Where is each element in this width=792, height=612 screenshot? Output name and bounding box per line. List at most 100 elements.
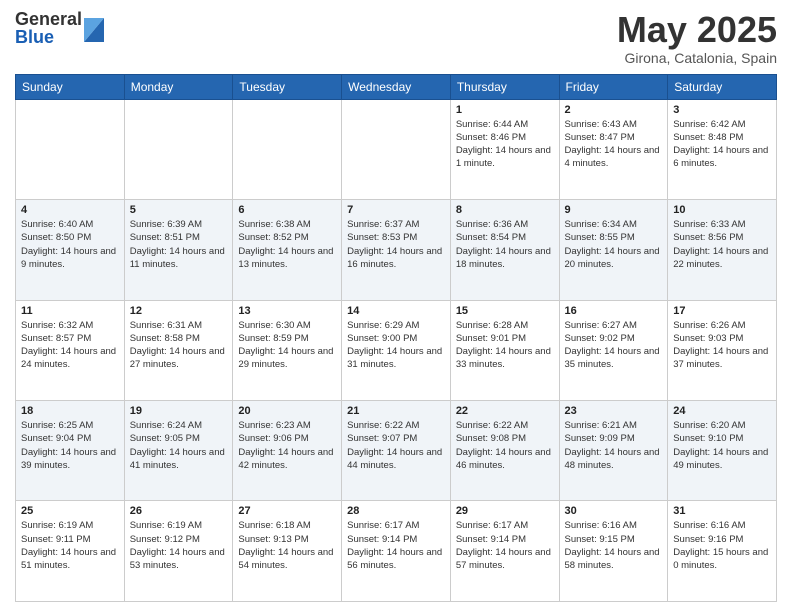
table-row: 16 Sunrise: 6:27 AMSunset: 9:02 PMDayligh… — [559, 300, 668, 400]
day-number: 21 — [347, 405, 445, 417]
day-info: Sunrise: 6:23 AMSunset: 9:06 PMDaylight:… — [238, 419, 336, 472]
day-number: 11 — [21, 305, 119, 317]
day-info: Sunrise: 6:42 AMSunset: 8:48 PMDaylight:… — [673, 118, 771, 171]
day-number: 9 — [565, 204, 663, 216]
table-row: 19 Sunrise: 6:24 AMSunset: 9:05 PMDayligh… — [124, 401, 233, 501]
table-row: 1Sunrise: 6:44 AMSunset: 8:46 PMDaylight… — [450, 99, 559, 199]
day-number: 24 — [673, 405, 771, 417]
day-info: Sunrise: 6:39 AMSunset: 8:51 PMDaylight:… — [130, 218, 228, 271]
day-info: Sunrise: 6:29 AMSunset: 9:00 PMDaylight:… — [347, 319, 445, 372]
day-info: Sunrise: 6:20 AMSunset: 9:10 PMDaylight:… — [673, 419, 771, 472]
logo-text: General Blue — [15, 10, 82, 46]
day-info: Sunrise: 6:34 AMSunset: 8:55 PMDaylight:… — [565, 218, 663, 271]
title-area: May 2025 Girona, Catalonia, Spain — [617, 10, 777, 66]
day-number: 7 — [347, 204, 445, 216]
day-info: Sunrise: 6:17 AMSunset: 9:14 PMDaylight:… — [347, 519, 445, 572]
logo-blue: Blue — [15, 28, 82, 46]
table-row: 21 Sunrise: 6:22 AMSunset: 9:07 PMDayligh… — [342, 401, 451, 501]
col-tuesday: Tuesday — [233, 74, 342, 99]
table-row: 25 Sunrise: 6:19 AMSunset: 9:11 PMDayligh… — [16, 501, 125, 602]
table-row: 9 Sunrise: 6:34 AMSunset: 8:55 PMDaylight… — [559, 200, 668, 300]
table-row: 28 Sunrise: 6:17 AMSunset: 9:14 PMDayligh… — [342, 501, 451, 602]
day-number: 16 — [565, 305, 663, 317]
day-info: Sunrise: 6:17 AMSunset: 9:14 PMDaylight:… — [456, 519, 554, 572]
table-row: 17 Sunrise: 6:26 AMSunset: 9:03 PMDayligh… — [668, 300, 777, 400]
calendar-table: Sunday Monday Tuesday Wednesday Thursday… — [15, 74, 777, 602]
table-row: 27 Sunrise: 6:18 AMSunset: 9:13 PMDayligh… — [233, 501, 342, 602]
day-info: Sunrise: 6:16 AMSunset: 9:15 PMDaylight:… — [565, 519, 663, 572]
day-number: 5 — [130, 204, 228, 216]
day-number: 4 — [21, 204, 119, 216]
day-number: 23 — [565, 405, 663, 417]
day-number: 26 — [130, 505, 228, 517]
logo-general: General — [15, 10, 82, 28]
table-row: 30Sunrise: 6:16 AMSunset: 9:15 PMDayligh… — [559, 501, 668, 602]
day-info: Sunrise: 6:28 AMSunset: 9:01 PMDaylight:… — [456, 319, 554, 372]
day-number: 12 — [130, 305, 228, 317]
header-row: Sunday Monday Tuesday Wednesday Thursday… — [16, 74, 777, 99]
day-number: 3 — [673, 104, 771, 116]
table-row: 22Sunrise: 6:22 AMSunset: 9:08 PMDayligh… — [450, 401, 559, 501]
day-info: Sunrise: 6:26 AMSunset: 9:03 PMDaylight:… — [673, 319, 771, 372]
day-number: 29 — [456, 505, 554, 517]
location: Girona, Catalonia, Spain — [617, 50, 777, 66]
day-info: Sunrise: 6:27 AMSunset: 9:02 PMDaylight:… — [565, 319, 663, 372]
day-info: Sunrise: 6:38 AMSunset: 8:52 PMDaylight:… — [238, 218, 336, 271]
calendar-week-4: 18Sunrise: 6:25 AMSunset: 9:04 PMDayligh… — [16, 401, 777, 501]
day-number: 1 — [456, 104, 554, 116]
day-number: 31 — [673, 505, 771, 517]
day-info: Sunrise: 6:32 AMSunset: 8:57 PMDaylight:… — [21, 319, 119, 372]
table-row: 3 Sunrise: 6:42 AMSunset: 8:48 PMDaylight… — [668, 99, 777, 199]
col-friday: Friday — [559, 74, 668, 99]
day-number: 10 — [673, 204, 771, 216]
col-saturday: Saturday — [668, 74, 777, 99]
day-number: 8 — [456, 204, 554, 216]
table-row: 12 Sunrise: 6:31 AMSunset: 8:58 PMDayligh… — [124, 300, 233, 400]
calendar-week-3: 11 Sunrise: 6:32 AMSunset: 8:57 PMDayligh… — [16, 300, 777, 400]
col-sunday: Sunday — [16, 74, 125, 99]
calendar-week-1: 1Sunrise: 6:44 AMSunset: 8:46 PMDaylight… — [16, 99, 777, 199]
table-row: 18Sunrise: 6:25 AMSunset: 9:04 PMDayligh… — [16, 401, 125, 501]
day-info: Sunrise: 6:40 AMSunset: 8:50 PMDaylight:… — [21, 218, 119, 271]
table-row — [342, 99, 451, 199]
day-number: 17 — [673, 305, 771, 317]
day-number: 2 — [565, 104, 663, 116]
day-info: Sunrise: 6:19 AMSunset: 9:11 PMDaylight:… — [21, 519, 119, 572]
day-number: 25 — [21, 505, 119, 517]
day-info: Sunrise: 6:31 AMSunset: 8:58 PMDaylight:… — [130, 319, 228, 372]
table-row: 7 Sunrise: 6:37 AMSunset: 8:53 PMDaylight… — [342, 200, 451, 300]
day-number: 14 — [347, 305, 445, 317]
day-info: Sunrise: 6:21 AMSunset: 9:09 PMDaylight:… — [565, 419, 663, 472]
table-row: 14 Sunrise: 6:29 AMSunset: 9:00 PMDayligh… — [342, 300, 451, 400]
table-row: 5 Sunrise: 6:39 AMSunset: 8:51 PMDaylight… — [124, 200, 233, 300]
col-wednesday: Wednesday — [342, 74, 451, 99]
day-number: 28 — [347, 505, 445, 517]
calendar-week-5: 25 Sunrise: 6:19 AMSunset: 9:11 PMDayligh… — [16, 501, 777, 602]
table-row: 31 Sunrise: 6:16 AMSunset: 9:16 PMDayligh… — [668, 501, 777, 602]
day-info: Sunrise: 6:16 AMSunset: 9:16 PMDaylight:… — [673, 519, 771, 572]
day-info: Sunrise: 6:22 AMSunset: 9:08 PMDaylight:… — [456, 419, 554, 472]
table-row: 24 Sunrise: 6:20 AMSunset: 9:10 PMDayligh… — [668, 401, 777, 501]
table-row: 2Sunrise: 6:43 AMSunset: 8:47 PMDaylight… — [559, 99, 668, 199]
day-info: Sunrise: 6:33 AMSunset: 8:56 PMDaylight:… — [673, 218, 771, 271]
day-number: 27 — [238, 505, 336, 517]
table-row: 8Sunrise: 6:36 AMSunset: 8:54 PMDaylight… — [450, 200, 559, 300]
day-number: 18 — [21, 405, 119, 417]
logo: General Blue — [15, 10, 104, 46]
day-number: 20 — [238, 405, 336, 417]
day-number: 19 — [130, 405, 228, 417]
table-row — [16, 99, 125, 199]
table-row: 29 Sunrise: 6:17 AMSunset: 9:14 PMDayligh… — [450, 501, 559, 602]
day-number: 15 — [456, 305, 554, 317]
calendar-week-2: 4 Sunrise: 6:40 AMSunset: 8:50 PMDaylight… — [16, 200, 777, 300]
table-row: 20 Sunrise: 6:23 AMSunset: 9:06 PMDayligh… — [233, 401, 342, 501]
day-info: Sunrise: 6:37 AMSunset: 8:53 PMDaylight:… — [347, 218, 445, 271]
day-info: Sunrise: 6:18 AMSunset: 9:13 PMDaylight:… — [238, 519, 336, 572]
table-row: 10 Sunrise: 6:33 AMSunset: 8:56 PMDayligh… — [668, 200, 777, 300]
day-info: Sunrise: 6:24 AMSunset: 9:05 PMDaylight:… — [130, 419, 228, 472]
day-number: 13 — [238, 305, 336, 317]
header: General Blue May 2025 Girona, Catalonia,… — [15, 10, 777, 66]
page: General Blue May 2025 Girona, Catalonia,… — [0, 0, 792, 612]
month-title: May 2025 — [617, 10, 777, 50]
day-info: Sunrise: 6:22 AMSunset: 9:07 PMDaylight:… — [347, 419, 445, 472]
